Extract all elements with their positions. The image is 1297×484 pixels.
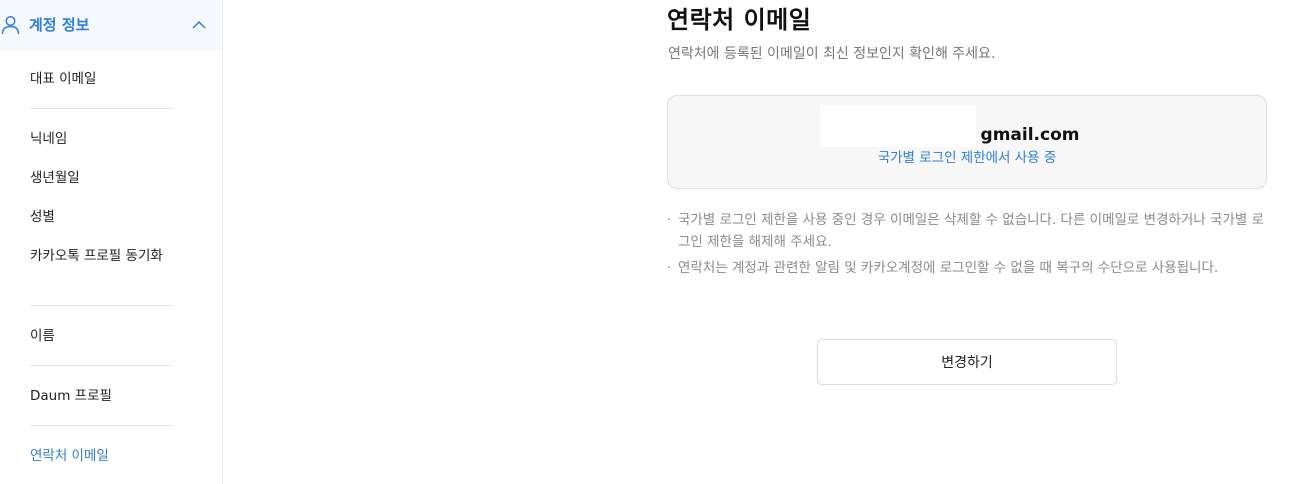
sidebar-item-birthdate[interactable]: 생년월일 bbox=[30, 168, 180, 188]
bullet: · bbox=[667, 260, 672, 276]
sidebar-item-name[interactable]: 이름 bbox=[30, 326, 180, 346]
sidebar-section-header[interactable]: 계정 정보 bbox=[0, 0, 222, 51]
notice-list: · 국가별 로그인 제한을 사용 중인 경우 이메일은 삭제할 수 없습니다. … bbox=[667, 209, 1267, 283]
contact-email-value: gmail.com bbox=[980, 125, 1080, 145]
page: 계정 정보 대표 이메일 닉네임 생년월일 성별 카카오톡 프로필 동기화 이름… bbox=[0, 0, 1297, 484]
notice-item: · 국가별 로그인 제한을 사용 중인 경우 이메일은 삭제할 수 없습니다. … bbox=[667, 209, 1267, 253]
notice-text: 국가별 로그인 제한을 사용 중인 경우 이메일은 삭제할 수 없습니다. 다른… bbox=[678, 212, 1265, 250]
sidebar-item-contact-email[interactable]: 연락처 이메일 bbox=[30, 446, 180, 466]
page-title: 연락처 이메일 bbox=[667, 6, 812, 34]
email-usage-status: 국가별 로그인 제한에서 사용 중 bbox=[877, 150, 1057, 166]
contact-email-card: gmail.com 국가별 로그인 제한에서 사용 중 bbox=[667, 95, 1267, 189]
sidebar-item-daum-profile[interactable]: Daum 프로필 bbox=[30, 386, 180, 406]
chevron-up-icon[interactable] bbox=[190, 17, 208, 33]
notice-text: 연락처는 계정과 관련한 알림 및 카카오계정에 로그인할 수 없을 때 복구의… bbox=[678, 260, 1219, 276]
bullet: · bbox=[667, 212, 672, 228]
sidebar-item-kakaotalk-profile-sync[interactable]: 카카오톡 프로필 동기화 bbox=[30, 246, 170, 266]
page-description: 연락처에 등록된 이메일이 최신 정보인지 확인해 주세요. bbox=[668, 46, 996, 62]
sidebar-item-nickname[interactable]: 닉네임 bbox=[30, 129, 180, 149]
sidebar-item-representative-email[interactable]: 대표 이메일 bbox=[30, 69, 180, 89]
notice-item: · 연락처는 계정과 관련한 알림 및 카카오계정에 로그인할 수 없을 때 복… bbox=[667, 257, 1267, 279]
sidebar: 계정 정보 대표 이메일 닉네임 생년월일 성별 카카오톡 프로필 동기화 이름… bbox=[0, 0, 223, 484]
sidebar-divider bbox=[30, 425, 173, 426]
sidebar-divider bbox=[30, 365, 173, 366]
sidebar-section-title: 계정 정보 bbox=[29, 16, 90, 34]
sidebar-divider bbox=[30, 305, 173, 306]
sidebar-divider bbox=[30, 108, 173, 109]
sidebar-item-gender[interactable]: 성별 bbox=[30, 207, 180, 227]
change-email-button[interactable]: 변경하기 bbox=[817, 339, 1117, 385]
user-icon bbox=[1, 15, 20, 35]
